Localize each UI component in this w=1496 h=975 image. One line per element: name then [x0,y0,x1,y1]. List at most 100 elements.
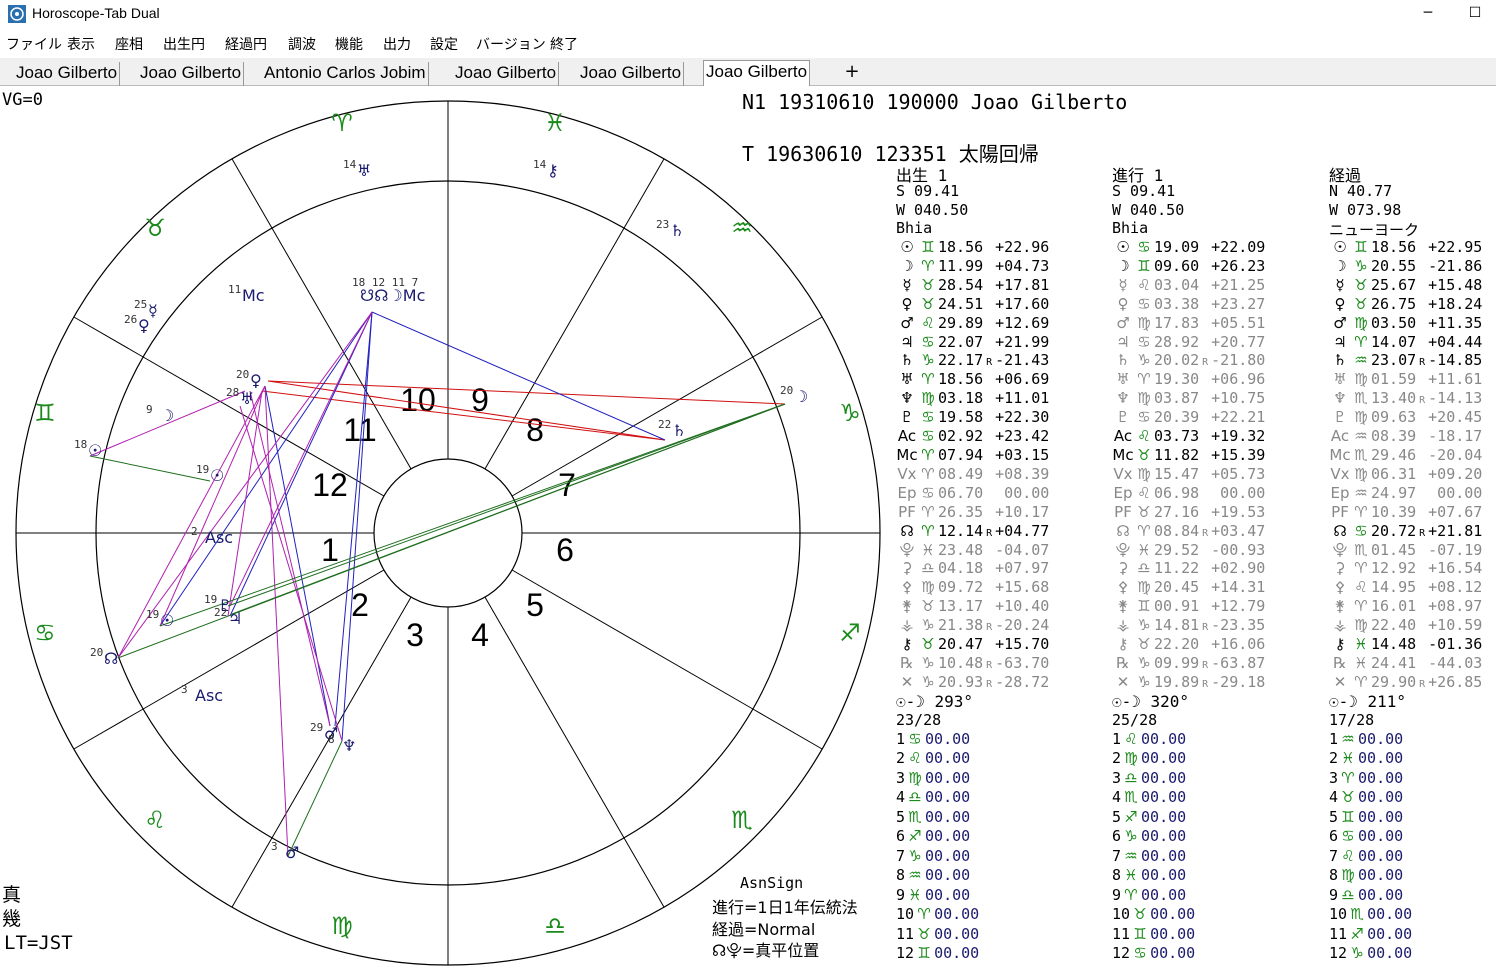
menu-item-7[interactable]: 出力 [383,34,411,54]
planet-glyph-icon: ☊ [900,521,914,540]
longitude-value: 04.18 [938,559,984,578]
sign-glyph-icon: ♉ [1341,788,1355,807]
declination-value: +08.97 [1428,597,1483,616]
longitude-value: 20.02 [1154,351,1200,370]
planet-glyph-icon: ♄ [1333,351,1347,370]
planet-row: ⚳ ♈ 12.92 +16.54 [1329,559,1483,577]
planet-degree-label: 28 [226,386,239,399]
sign-glyph-icon: ♉ [921,597,935,616]
minimize-button[interactable]: ─ [1405,0,1451,28]
declination-value: +11.35 [1428,313,1483,332]
planet-row: ⚷ ♉ 20.47 +15.70 [896,634,1050,653]
declination-value: +18.24 [1428,294,1483,313]
tab-4[interactable]: Joao Gilberto [578,62,685,86]
planet-glyph-icon: ☉ [210,466,224,485]
planet-glyph-icon: ✕ [900,672,914,691]
tab-5[interactable]: Joao Gilberto [703,60,811,86]
sign-glyph-icon: ♑ [921,672,935,691]
house-number: 9 [1112,885,1122,904]
planet-row: Ac ♋ 02.92 +23.42 [896,427,1049,445]
house-number-8: 8 [526,412,544,448]
tab-1[interactable]: Joao Gilberto [138,62,245,86]
longitude-value: 18.56 [1371,238,1417,256]
declination-value: -14.85 [1428,351,1483,370]
zodiac-sign-icon: ♒ [731,214,753,242]
declination-value: +22.95 [1428,238,1483,256]
sign-glyph-icon: ♈ [921,502,935,521]
declination-value: -44.03 [1428,653,1483,672]
planet-row: ♇ ♍ 09.63 +20.45 [1329,408,1482,426]
menu-item-6[interactable]: 機能 [335,34,363,54]
house-number-4: 4 [471,617,489,653]
planet-row: ☉ ♊ 18.56 +22.96 [896,238,1049,256]
maximize-button[interactable]: ☐ [1452,0,1496,28]
cusp-value: 00.00 [1367,944,1413,963]
planet-degree-label: 19 [196,463,209,476]
sign-glyph-icon: ♒ [908,866,922,885]
sign-glyph-icon: ♋ [921,332,935,351]
sign-boundary-line [231,837,273,908]
tab-2[interactable]: Antonio Carlos Jobim [262,62,429,86]
tab-3[interactable]: Joao Gilberto [453,62,560,86]
house-number: 11 [896,924,915,943]
menu-item-1[interactable]: 表示 [67,34,95,54]
planet-glyph-icon: ♆ [1116,389,1130,408]
declination-value: +26.85 [1428,672,1483,691]
planet-glyph-icon: Ep [1113,483,1133,502]
aspect-line [371,311,666,441]
house-number-12: 12 [312,467,348,503]
house-number: 10 [1112,905,1131,924]
menu-item-8[interactable]: 設定 [430,34,458,54]
planet-glyph-icon: ⚵ [1334,597,1346,616]
planet-glyph-icon: ☿ [1118,275,1128,294]
menu-item-0[interactable]: ファイル [6,34,62,54]
planet-glyph-icon: ☿ [148,301,158,320]
zodiac-sign-icon: ♈ [331,109,353,137]
sign-glyph-icon: ♋ [1137,238,1151,256]
sign-glyph-icon: ♉ [921,634,935,653]
sign-glyph-icon: ♈ [921,256,935,275]
cluster-planet-glyphs: ☋☊☽Mc [360,286,425,305]
planet-glyph-icon: ♀ [1117,294,1129,313]
longitude-value: 20.72 [1371,521,1417,540]
cusp-value: 00.00 [1141,885,1187,904]
tab-0[interactable]: Joao Gilberto [14,62,121,86]
planet-row: ♆ ♍ 03.87 +10.75 [1112,389,1265,407]
sign-glyph-icon: ♎ [1124,768,1138,787]
house-number: 6 [1329,827,1339,846]
cusp-value: 00.00 [934,924,980,943]
declination-value: -20.24 [995,616,1050,634]
declination-value: -04.07 [995,541,1050,560]
planet-row: ⚳ ♎ 11.22 +02.90 [1112,559,1266,577]
add-tab-button[interactable]: + [836,61,868,82]
menu-item-3[interactable]: 出生円 [163,34,205,54]
planet-row: ⚴ ♍ 20.45 +14.31 [1112,578,1266,596]
house-system: Bhia [1112,219,1149,237]
house-number: 2 [1112,749,1122,768]
menu-item-2[interactable]: 座相 [115,34,143,54]
planet-glyph-icon: ⚴ [1334,578,1346,597]
declination-value: +16.06 [1211,634,1266,653]
longitude-value: 09.72 [938,578,984,597]
sign-glyph-icon: ♎ [908,788,922,807]
longitude-value: 15.47 [1154,464,1200,483]
house-number: 7 [896,846,906,865]
declination-value: +10.17 [995,502,1050,521]
menu-item-5[interactable]: 調波 [288,34,316,54]
longitude: W 073.98 [1329,201,1402,219]
menu-item-9[interactable]: バージョン [476,34,546,54]
house-system: ニューヨーク [1329,221,1420,239]
planet-glyph-icon: Mc [896,445,918,464]
cusp-value: 00.00 [1141,807,1187,826]
sign-glyph-icon: ♍ [1354,616,1368,634]
planet-row: ⚳ ♎ 04.18 +07.97 [896,559,1050,578]
menu-item-10[interactable]: 終了 [550,34,578,54]
house-cusp-row: 6 ♋ 00.00 [1329,827,1403,845]
method-node: ☊⯓=真平位置 [712,941,820,960]
retrograde-flag: R [986,357,993,369]
planet-glyph-icon: ☊ [1116,521,1130,540]
longitude-value: 28.92 [1154,332,1200,351]
declination-value: -63.70 [995,653,1050,672]
declination-value: +20.45 [1428,408,1483,427]
menu-item-4[interactable]: 経過円 [225,34,267,54]
